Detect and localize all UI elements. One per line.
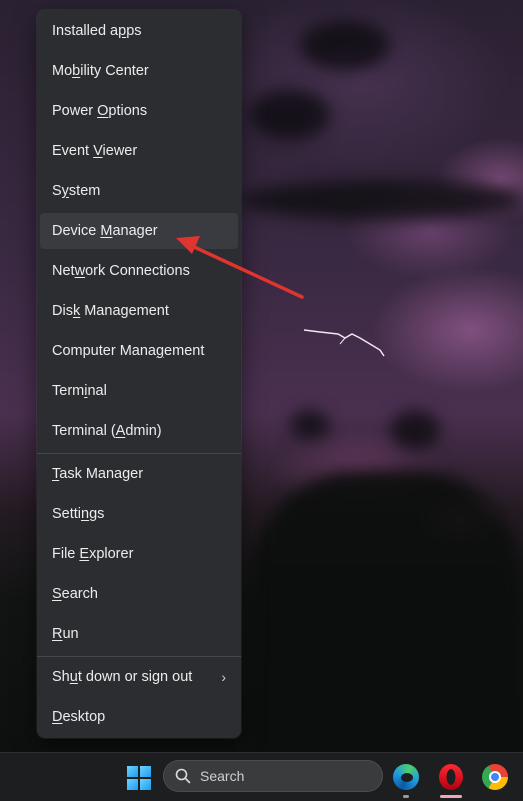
search-placeholder: Search bbox=[200, 768, 245, 784]
search-icon bbox=[175, 768, 191, 784]
opera-icon[interactable] bbox=[439, 764, 463, 790]
windows-logo-icon bbox=[127, 766, 138, 777]
opera-active-indicator bbox=[440, 795, 462, 798]
taskbar-search-box[interactable]: Search bbox=[163, 760, 383, 792]
edge-icon[interactable] bbox=[393, 764, 419, 790]
taskbar: Search bbox=[0, 752, 523, 801]
annotation-arrow bbox=[176, 236, 304, 299]
arrow-head bbox=[176, 236, 200, 254]
edge-running-indicator bbox=[403, 795, 409, 798]
chrome-icon[interactable] bbox=[482, 764, 508, 790]
start-button[interactable] bbox=[127, 766, 151, 790]
arrow-shaft bbox=[190, 244, 304, 299]
